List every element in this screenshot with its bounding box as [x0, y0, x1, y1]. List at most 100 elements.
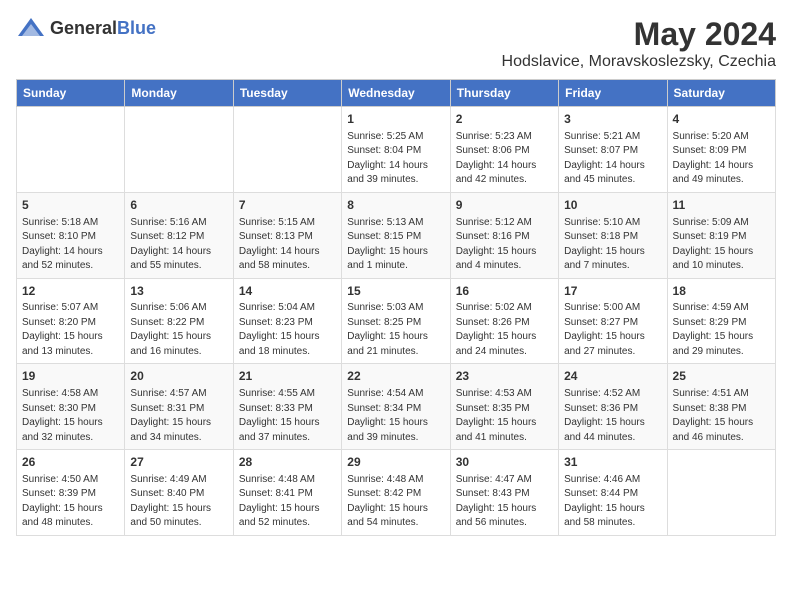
logo-blue: Blue	[117, 18, 156, 38]
subtitle: Hodslavice, Moravskoslezsky, Czechia	[502, 53, 776, 71]
day-info: Sunrise: 5:23 AM Sunset: 8:06 PM Dayligh…	[456, 130, 553, 188]
day-info: Sunrise: 5:07 AM Sunset: 8:20 PM Dayligh…	[22, 301, 119, 359]
calendar-cell: 19 Sunrise: 4:58 AM Sunset: 8:30 PM Dayli…	[17, 364, 125, 450]
day-info: Sunrise: 4:52 AM Sunset: 8:36 PM Dayligh…	[564, 387, 661, 445]
calendar-table: Sunday Monday Tuesday Wednesday Thursday…	[16, 79, 776, 536]
day-number: 25	[673, 368, 770, 385]
day-number: 21	[239, 368, 336, 385]
day-number: 13	[130, 283, 227, 300]
day-info: Sunrise: 5:18 AM Sunset: 8:10 PM Dayligh…	[22, 216, 119, 274]
day-info: Sunrise: 5:04 AM Sunset: 8:23 PM Dayligh…	[239, 301, 336, 359]
day-number: 29	[347, 454, 444, 471]
day-info: Sunrise: 5:15 AM Sunset: 8:13 PM Dayligh…	[239, 216, 336, 274]
calendar-cell: 21 Sunrise: 4:55 AM Sunset: 8:33 PM Dayli…	[233, 364, 341, 450]
calendar-cell: 20Sunrise: 4:57 AM Sunset: 8:31 PM Dayli…	[125, 364, 233, 450]
day-number: 3	[564, 111, 661, 128]
calendar-cell: 29 Sunrise: 4:48 AM Sunset: 8:42 PM Dayli…	[342, 450, 450, 536]
day-info: Sunrise: 4:54 AM Sunset: 8:34 PM Dayligh…	[347, 387, 444, 445]
calendar-header: Sunday Monday Tuesday Wednesday Thursday…	[17, 80, 776, 107]
day-number: 24	[564, 368, 661, 385]
title-block: May 2024 Hodslavice, Moravskoslezsky, Cz…	[502, 16, 776, 71]
col-sunday: Sunday	[17, 80, 125, 107]
day-number: 7	[239, 197, 336, 214]
col-wednesday: Wednesday	[342, 80, 450, 107]
col-saturday: Saturday	[667, 80, 775, 107]
calendar-cell: 10Sunrise: 5:10 AM Sunset: 8:18 PM Dayli…	[559, 192, 667, 278]
day-number: 30	[456, 454, 553, 471]
calendar-cell: 4Sunrise: 5:20 AM Sunset: 8:09 PM Daylig…	[667, 107, 775, 193]
calendar-cell: 26 Sunrise: 4:50 AM Sunset: 8:39 PM Dayli…	[17, 450, 125, 536]
day-info: Sunrise: 4:55 AM Sunset: 8:33 PM Dayligh…	[239, 387, 336, 445]
day-number: 9	[456, 197, 553, 214]
calendar-cell: 1Sunrise: 5:25 AM Sunset: 8:04 PM Daylig…	[342, 107, 450, 193]
calendar-cell: 13Sunrise: 5:06 AM Sunset: 8:22 PM Dayli…	[125, 278, 233, 364]
calendar-cell: 22 Sunrise: 4:54 AM Sunset: 8:34 PM Dayli…	[342, 364, 450, 450]
day-number: 16	[456, 283, 553, 300]
day-info: Sunrise: 5:00 AM Sunset: 8:27 PM Dayligh…	[564, 301, 661, 359]
day-info: Sunrise: 4:48 AM Sunset: 8:42 PM Dayligh…	[347, 473, 444, 531]
calendar-cell	[17, 107, 125, 193]
day-info: Sunrise: 4:57 AM Sunset: 8:31 PM Dayligh…	[130, 387, 227, 445]
day-number: 17	[564, 283, 661, 300]
logo-general: General	[50, 18, 117, 38]
calendar-cell: 12Sunrise: 5:07 AM Sunset: 8:20 PM Dayli…	[17, 278, 125, 364]
day-info: Sunrise: 5:12 AM Sunset: 8:16 PM Dayligh…	[456, 216, 553, 274]
day-number: 22	[347, 368, 444, 385]
calendar-cell	[233, 107, 341, 193]
day-number: 11	[673, 197, 770, 214]
week-row-4: 19 Sunrise: 4:58 AM Sunset: 8:30 PM Dayli…	[17, 364, 776, 450]
week-row-3: 12Sunrise: 5:07 AM Sunset: 8:20 PM Dayli…	[17, 278, 776, 364]
day-info: Sunrise: 5:16 AM Sunset: 8:12 PM Dayligh…	[130, 216, 227, 274]
day-info: Sunrise: 4:58 AM Sunset: 8:30 PM Dayligh…	[22, 387, 119, 445]
calendar-cell: 3Sunrise: 5:21 AM Sunset: 8:07 PM Daylig…	[559, 107, 667, 193]
day-info: Sunrise: 4:59 AM Sunset: 8:29 PM Dayligh…	[673, 301, 770, 359]
calendar-cell: 27 Sunrise: 4:49 AM Sunset: 8:40 PM Dayli…	[125, 450, 233, 536]
page-header: GeneralBlue May 2024 Hodslavice, Moravsk…	[16, 16, 776, 71]
day-number: 6	[130, 197, 227, 214]
day-info: Sunrise: 4:49 AM Sunset: 8:40 PM Dayligh…	[130, 473, 227, 531]
logo: GeneralBlue	[16, 16, 156, 40]
day-number: 27	[130, 454, 227, 471]
calendar-cell: 11 Sunrise: 5:09 AM Sunset: 8:19 PM Dayli…	[667, 192, 775, 278]
day-number: 14	[239, 283, 336, 300]
logo-text: GeneralBlue	[50, 18, 156, 39]
week-row-1: 1Sunrise: 5:25 AM Sunset: 8:04 PM Daylig…	[17, 107, 776, 193]
day-info: Sunrise: 4:48 AM Sunset: 8:41 PM Dayligh…	[239, 473, 336, 531]
day-info: Sunrise: 4:47 AM Sunset: 8:43 PM Dayligh…	[456, 473, 553, 531]
calendar-cell: 15Sunrise: 5:03 AM Sunset: 8:25 PM Dayli…	[342, 278, 450, 364]
day-info: Sunrise: 5:03 AM Sunset: 8:25 PM Dayligh…	[347, 301, 444, 359]
day-info: Sunrise: 5:09 AM Sunset: 8:19 PM Dayligh…	[673, 216, 770, 274]
day-info: Sunrise: 4:50 AM Sunset: 8:39 PM Dayligh…	[22, 473, 119, 531]
day-number: 4	[673, 111, 770, 128]
day-info: Sunrise: 4:46 AM Sunset: 8:44 PM Dayligh…	[564, 473, 661, 531]
calendar-cell: 30 Sunrise: 4:47 AM Sunset: 8:43 PM Dayli…	[450, 450, 558, 536]
day-info: Sunrise: 5:13 AM Sunset: 8:15 PM Dayligh…	[347, 216, 444, 274]
day-number: 15	[347, 283, 444, 300]
week-row-2: 5 Sunrise: 5:18 AM Sunset: 8:10 PM Daylig…	[17, 192, 776, 278]
day-number: 5	[22, 197, 119, 214]
day-number: 1	[347, 111, 444, 128]
calendar-cell: 23Sunrise: 4:53 AM Sunset: 8:35 PM Dayli…	[450, 364, 558, 450]
main-title: May 2024	[502, 16, 776, 53]
day-info: Sunrise: 4:51 AM Sunset: 8:38 PM Dayligh…	[673, 387, 770, 445]
header-row: Sunday Monday Tuesday Wednesday Thursday…	[17, 80, 776, 107]
day-number: 26	[22, 454, 119, 471]
day-number: 12	[22, 283, 119, 300]
calendar-cell: 24 Sunrise: 4:52 AM Sunset: 8:36 PM Dayli…	[559, 364, 667, 450]
calendar-cell: 8Sunrise: 5:13 AM Sunset: 8:15 PM Daylig…	[342, 192, 450, 278]
day-number: 23	[456, 368, 553, 385]
calendar-cell: 7 Sunrise: 5:15 AM Sunset: 8:13 PM Daylig…	[233, 192, 341, 278]
day-info: Sunrise: 5:10 AM Sunset: 8:18 PM Dayligh…	[564, 216, 661, 274]
day-number: 19	[22, 368, 119, 385]
calendar-cell: 14Sunrise: 5:04 AM Sunset: 8:23 PM Dayli…	[233, 278, 341, 364]
day-number: 18	[673, 283, 770, 300]
calendar-cell: 16Sunrise: 5:02 AM Sunset: 8:26 PM Dayli…	[450, 278, 558, 364]
calendar-cell	[125, 107, 233, 193]
calendar-cell: 6 Sunrise: 5:16 AM Sunset: 8:12 PM Daylig…	[125, 192, 233, 278]
col-thursday: Thursday	[450, 80, 558, 107]
calendar-cell: 17Sunrise: 5:00 AM Sunset: 8:27 PM Dayli…	[559, 278, 667, 364]
day-number: 2	[456, 111, 553, 128]
calendar-cell: 2 Sunrise: 5:23 AM Sunset: 8:06 PM Daylig…	[450, 107, 558, 193]
day-info: Sunrise: 5:06 AM Sunset: 8:22 PM Dayligh…	[130, 301, 227, 359]
col-friday: Friday	[559, 80, 667, 107]
